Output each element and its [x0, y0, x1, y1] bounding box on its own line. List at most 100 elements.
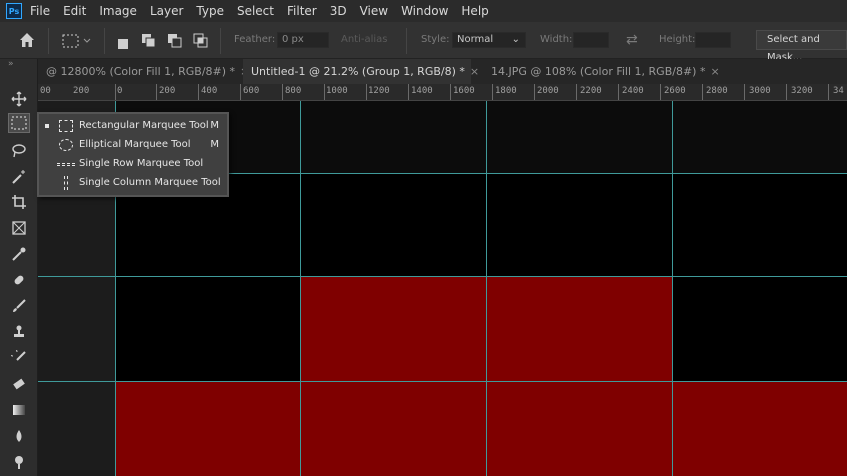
- canvas-black-block: [672, 173, 847, 276]
- ruler-label: 2400: [622, 86, 644, 96]
- canvas-black-block: [300, 173, 486, 276]
- ruler-label: 1800: [495, 86, 517, 96]
- magic-wand-tool-icon[interactable]: [9, 167, 29, 187]
- ruler-label: 2600: [664, 86, 686, 96]
- flyout-item-label: Single Column Marquee Tool: [79, 177, 221, 188]
- ruler-label: 1600: [453, 86, 475, 96]
- guide-vertical[interactable]: [300, 101, 301, 476]
- crop-tool-icon[interactable]: [9, 192, 29, 212]
- ruler-label: 600: [243, 86, 260, 96]
- ruler-tick: [744, 84, 745, 100]
- rectangular-marquee-tool-icon[interactable]: [8, 113, 30, 133]
- flyout-item-rectangular-marquee[interactable]: Rectangular Marquee Tool M: [39, 117, 227, 136]
- tab-document-3[interactable]: 14.JPG @ 108% (Color Fill 1, RGB/8#) * ×: [483, 59, 720, 84]
- menu-image[interactable]: Image: [99, 4, 137, 18]
- subtract-from-selection-icon[interactable]: [167, 33, 183, 53]
- antialias-checkbox-label[interactable]: Anti-alias: [341, 34, 388, 45]
- menu-bar: Ps File Edit Image Layer Type Select Fil…: [0, 0, 847, 22]
- rect-marquee-icon: [59, 120, 73, 132]
- ruler-label: 00: [40, 86, 51, 96]
- ruler-tick: [450, 84, 451, 100]
- ruler-label: 1000: [326, 86, 348, 96]
- menu-edit[interactable]: Edit: [63, 4, 86, 18]
- style-select-value: Normal: [457, 34, 494, 45]
- style-select[interactable]: Normal ⌄: [452, 32, 526, 48]
- ruler-label: 2800: [706, 86, 728, 96]
- ruler-label: 0: [117, 86, 123, 96]
- ruler-tick: [576, 84, 577, 100]
- horizontal-ruler[interactable]: 00 200 0 200 400 600 800 1000 1200 1400 …: [38, 84, 847, 101]
- tab-label: Untitled-1 @ 21.2% (Group 1, RGB/8) *: [251, 65, 465, 78]
- eyedropper-tool-icon[interactable]: [9, 244, 29, 264]
- flyout-item-single-column-marquee[interactable]: Single Column Marquee Tool: [39, 174, 227, 193]
- menu-filter[interactable]: Filter: [287, 4, 317, 18]
- ruler-tick: [786, 84, 787, 100]
- ruler-tick: [324, 84, 325, 100]
- menu-3d[interactable]: 3D: [330, 4, 347, 18]
- tab-document-1[interactable]: @ 12800% (Color Fill 1, RGB/8#) *×: [38, 59, 249, 84]
- collapse-panel-icon[interactable]: »: [8, 59, 14, 69]
- gradient-tool-icon[interactable]: [9, 400, 29, 420]
- clone-stamp-tool-icon[interactable]: [9, 322, 29, 342]
- close-icon[interactable]: ×: [470, 65, 479, 78]
- width-input[interactable]: [573, 32, 609, 48]
- flyout-item-elliptical-marquee[interactable]: Elliptical Marquee Tool M: [39, 136, 227, 155]
- menu-layer[interactable]: Layer: [150, 4, 183, 18]
- ruler-label: 3200: [791, 86, 813, 96]
- tab-document-2[interactable]: Untitled-1 @ 21.2% (Group 1, RGB/8) * ×: [243, 59, 479, 84]
- ruler-label: 34: [833, 86, 844, 96]
- height-input[interactable]: [695, 32, 731, 48]
- healing-brush-tool-icon[interactable]: [9, 270, 29, 290]
- ruler-tick: [828, 84, 829, 100]
- menu-type[interactable]: Type: [196, 4, 224, 18]
- ruler-tick: [115, 84, 116, 100]
- tools-panel: »: [0, 59, 38, 476]
- ruler-tick: [282, 84, 283, 100]
- flyout-item-single-row-marquee[interactable]: Single Row Marquee Tool: [39, 155, 227, 174]
- guide-horizontal[interactable]: [38, 381, 847, 382]
- ruler-tick: [660, 84, 661, 100]
- ruler-label: 200: [159, 86, 176, 96]
- chevron-down-icon: ⌄: [511, 34, 520, 45]
- guide-vertical[interactable]: [672, 101, 673, 476]
- flyout-item-label: Elliptical Marquee Tool: [79, 139, 191, 150]
- dodge-tool-icon[interactable]: [9, 452, 29, 472]
- home-icon[interactable]: [18, 31, 36, 53]
- blur-tool-icon[interactable]: [9, 426, 29, 446]
- menu-window[interactable]: Window: [401, 4, 448, 18]
- history-brush-tool-icon[interactable]: [9, 348, 29, 368]
- frame-tool-icon[interactable]: [9, 218, 29, 238]
- ruler-tick: [702, 84, 703, 100]
- document-tab-bar: @ 12800% (Color Fill 1, RGB/8#) *× Untit…: [0, 59, 847, 84]
- add-to-selection-icon[interactable]: [141, 33, 157, 53]
- canvas-red-block: [115, 381, 847, 476]
- ruler-label: 200: [73, 86, 90, 96]
- style-label: Style:: [421, 34, 450, 45]
- ruler-label: 1200: [368, 86, 390, 96]
- brush-tool-icon[interactable]: [9, 296, 29, 316]
- ruler-label: 2200: [580, 86, 602, 96]
- close-icon[interactable]: ×: [710, 65, 719, 78]
- swap-dimensions-icon[interactable]: ⇄: [626, 32, 638, 48]
- feather-input[interactable]: 0 px: [277, 32, 329, 48]
- menu-select[interactable]: Select: [237, 4, 274, 18]
- lasso-tool-icon[interactable]: [9, 141, 29, 161]
- menu-view[interactable]: View: [360, 4, 388, 18]
- ruler-tick: [618, 84, 619, 100]
- guide-horizontal[interactable]: [38, 276, 847, 277]
- select-and-mask-button[interactable]: Select and Mask...: [756, 30, 847, 63]
- intersect-selection-icon[interactable]: [193, 33, 209, 53]
- ruler-tick: [156, 84, 157, 100]
- marquee-preset-icon[interactable]: [62, 33, 92, 52]
- ruler-label: 2000: [537, 86, 559, 96]
- ruler-label: 400: [201, 86, 218, 96]
- guide-vertical[interactable]: [486, 101, 487, 476]
- move-tool-icon[interactable]: [9, 89, 29, 109]
- menu-file[interactable]: File: [30, 4, 50, 18]
- eraser-tool-icon[interactable]: [9, 374, 29, 394]
- width-label: Width:: [540, 34, 573, 45]
- single-row-marquee-icon: [57, 163, 75, 166]
- options-bar: Feather: 0 px Anti-alias Style: Normal ⌄…: [0, 22, 847, 63]
- menu-help[interactable]: Help: [461, 4, 488, 18]
- new-selection-icon[interactable]: [117, 35, 129, 54]
